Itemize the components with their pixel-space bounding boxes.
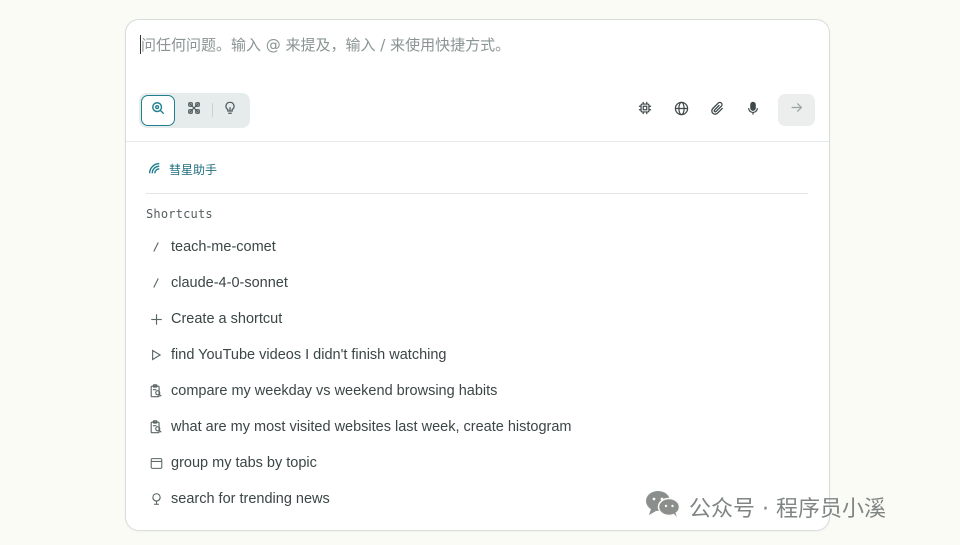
section-divider (146, 193, 808, 194)
suggestion-label: what are my most visited websites last w… (171, 419, 572, 435)
research-icon (187, 101, 201, 120)
clipboard-search-icon (146, 417, 166, 437)
attach-button[interactable] (702, 93, 732, 128)
mode-search-button[interactable] (141, 95, 175, 126)
suggestion-label: group my tabs by topic (171, 455, 317, 471)
input-toolbar (139, 93, 815, 129)
chip-icon (638, 101, 652, 120)
mode-research-button[interactable] (177, 95, 211, 126)
clipboard-search-icon (146, 381, 166, 401)
shortcuts-list: teach-me-comet claude-4-0-sonnet Create … (146, 229, 806, 517)
text-caret (140, 35, 141, 54)
globe-icon (674, 101, 689, 121)
watermark: 公众号 · 程序员小溪 (645, 490, 886, 524)
suggestion-label: find YouTube videos I didn't finish watc… (171, 347, 447, 363)
microphone-icon (746, 101, 760, 121)
slash-icon (146, 273, 166, 293)
voice-input-button[interactable] (738, 93, 768, 128)
browser-window-icon (146, 453, 166, 473)
shortcut-label: Create a shortcut (171, 311, 283, 327)
search-input[interactable] (139, 34, 801, 56)
suggestion-item[interactable]: what are my most visited websites last w… (146, 409, 806, 445)
play-icon (146, 345, 166, 365)
shortcut-label: claude-4-0-sonnet (171, 275, 288, 291)
globe-stand-icon (146, 489, 166, 509)
suggestion-item[interactable]: group my tabs by topic (146, 445, 806, 481)
mode-selector (139, 93, 250, 128)
slash-icon (146, 237, 166, 257)
comet-assistant-label: 彗星助手 (169, 162, 218, 177)
suggestion-item[interactable]: compare my weekday vs weekend browsing h… (146, 373, 806, 409)
arrow-right-icon (790, 101, 803, 119)
shortcuts-heading: Shortcuts (146, 207, 213, 221)
create-shortcut-item[interactable]: Create a shortcut (146, 301, 806, 337)
lightbulb-icon (223, 101, 237, 120)
section-divider (126, 141, 829, 142)
paperclip-icon (710, 101, 725, 121)
suggestion-label: compare my weekday vs weekend browsing h… (171, 383, 498, 399)
comet-assistant-item[interactable]: 彗星助手 (147, 160, 217, 178)
comet-logo-icon (147, 161, 161, 178)
submit-button[interactable] (778, 94, 815, 126)
search-card: 彗星助手 Shortcuts teach-me-comet claude-4-0… (125, 19, 830, 531)
sources-button[interactable] (666, 93, 696, 128)
mode-labs-button[interactable] (213, 95, 247, 126)
watermark-text: 公众号 · 程序员小溪 (689, 497, 886, 522)
wechat-logo-icon (645, 490, 681, 524)
model-select-button[interactable] (630, 93, 660, 128)
suggestion-label: search for trending news (171, 491, 330, 507)
suggestion-item[interactable]: find YouTube videos I didn't finish watc… (146, 337, 806, 373)
shortcut-item[interactable]: teach-me-comet (146, 229, 806, 265)
shortcut-label: teach-me-comet (171, 239, 276, 255)
shortcut-item[interactable]: claude-4-0-sonnet (146, 265, 806, 301)
plus-icon (146, 309, 166, 329)
search-icon (151, 101, 165, 120)
